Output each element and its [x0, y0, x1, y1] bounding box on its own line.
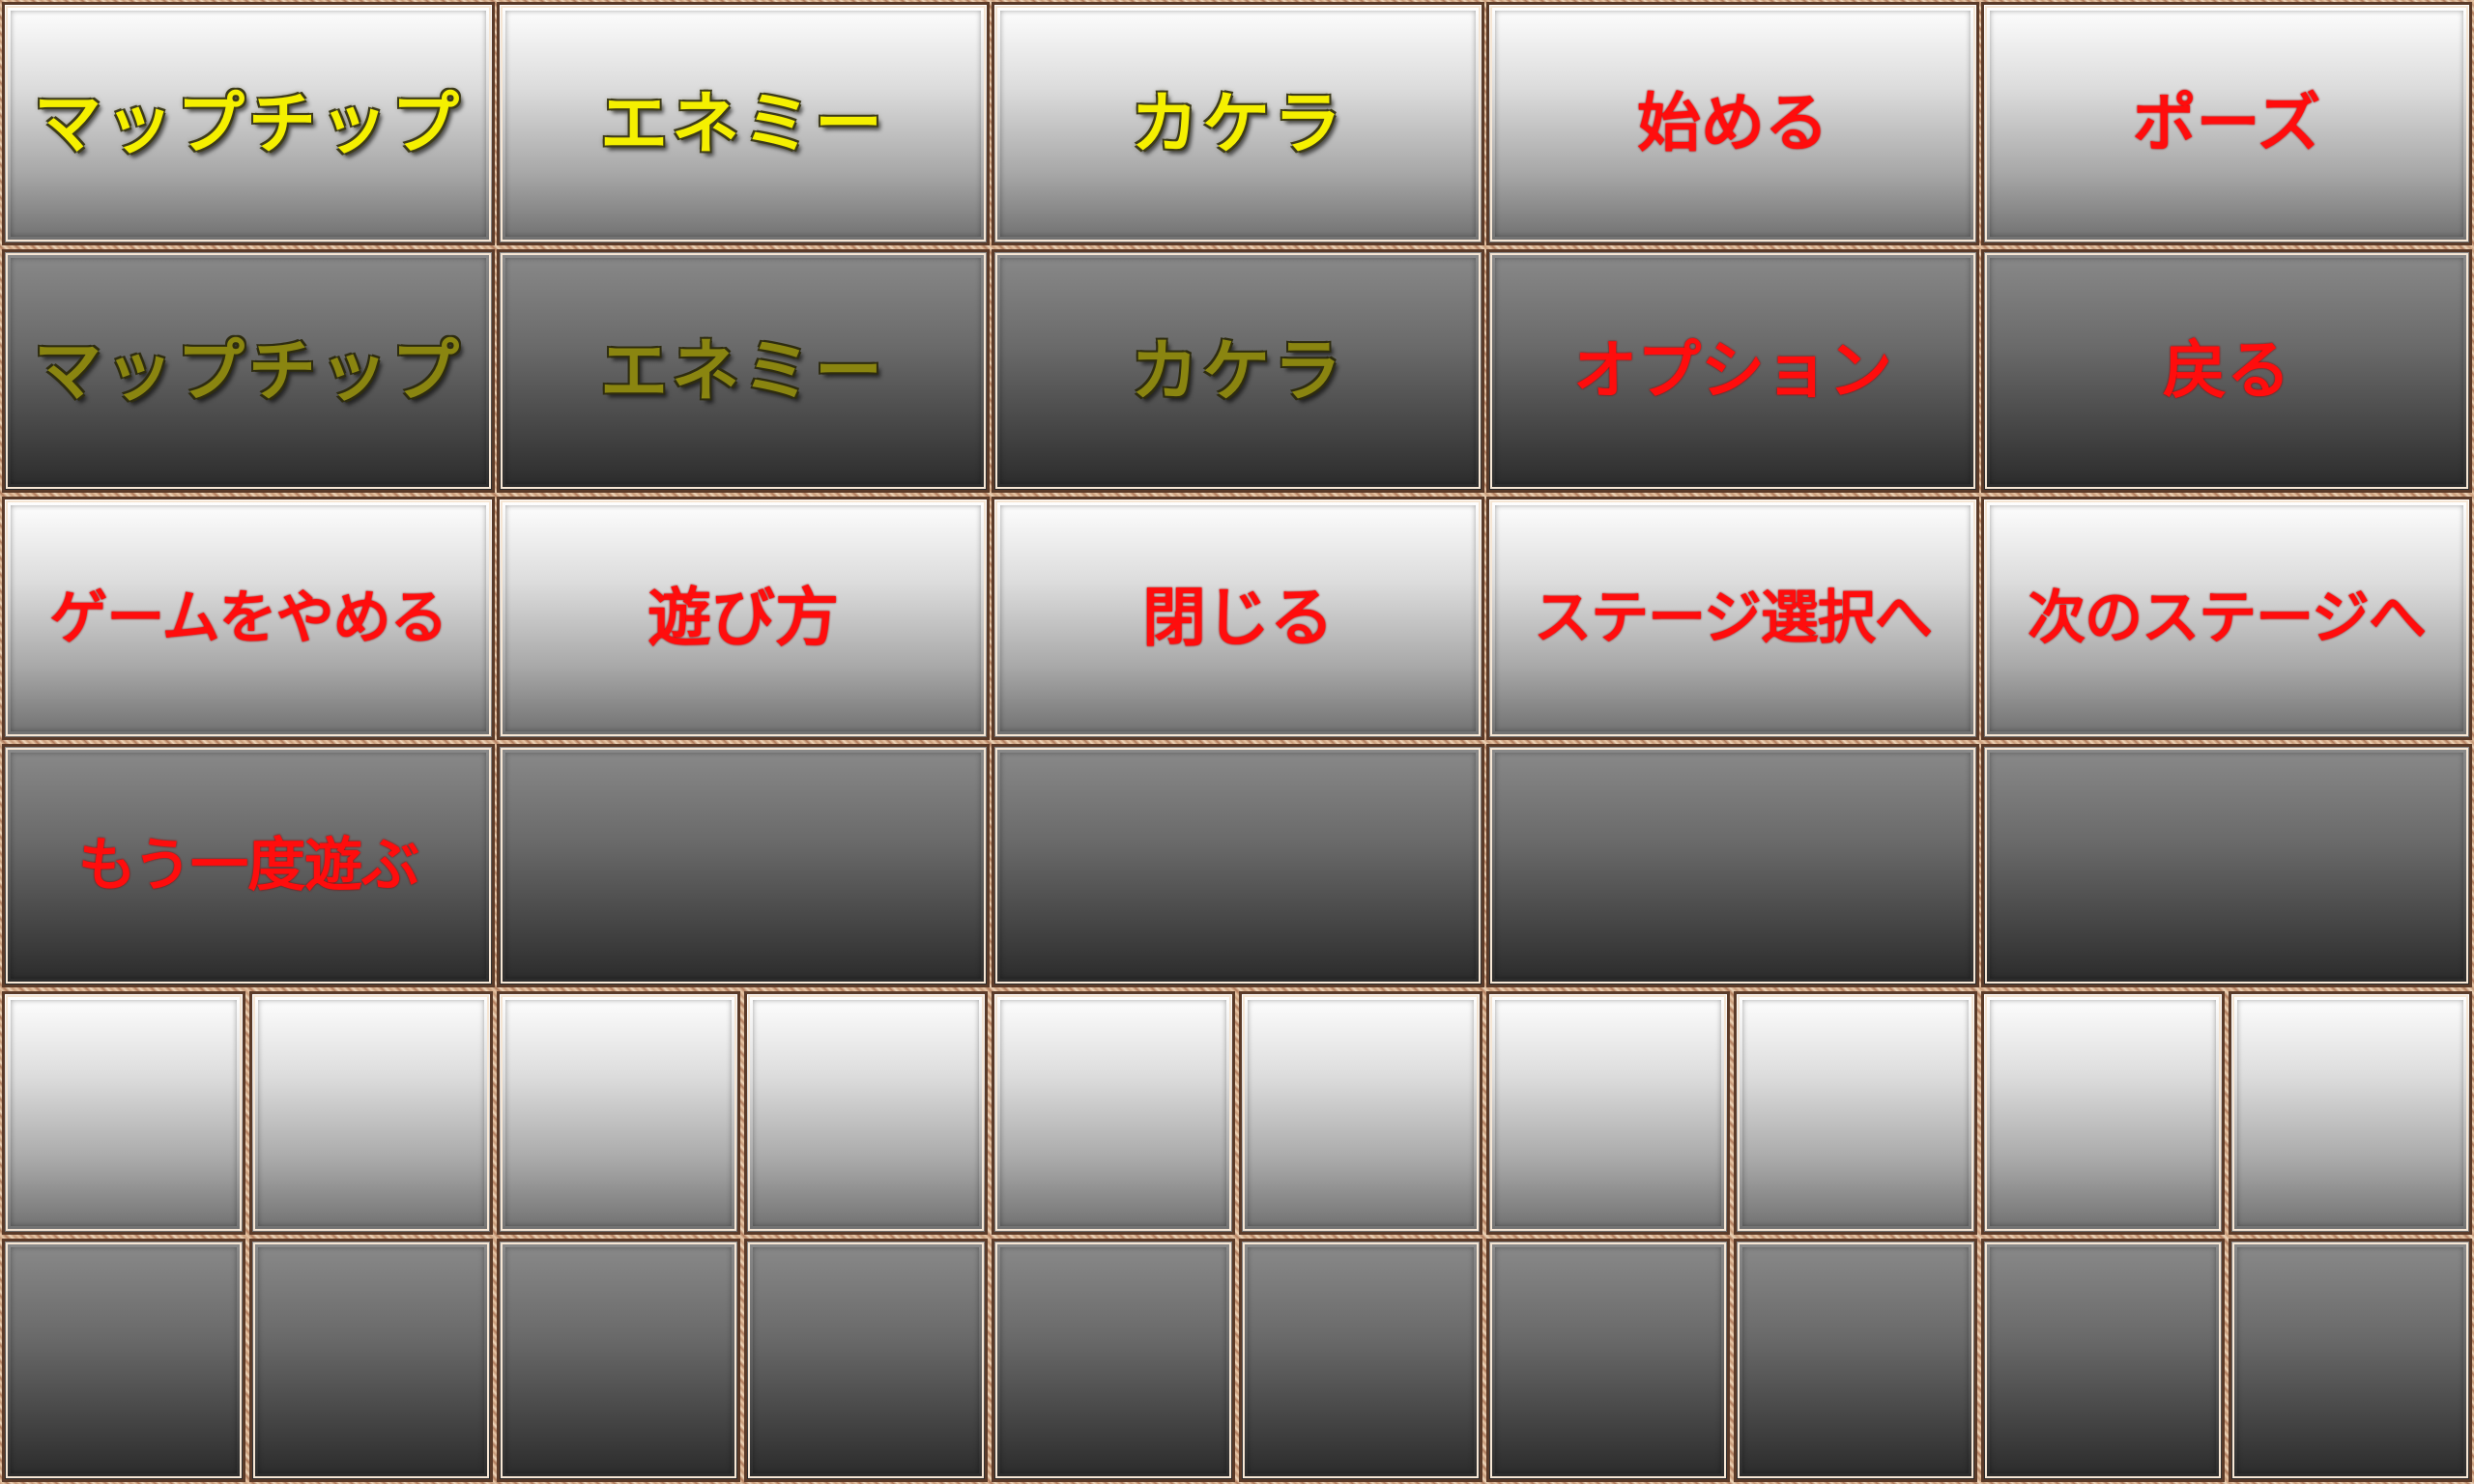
enemy-label: エネミー [600, 84, 886, 163]
play-again-button[interactable]: もう一度遊ぶ [2, 744, 495, 987]
blank-square-button-dark[interactable] [2, 1239, 245, 1482]
pause-button[interactable]: ポーズ [1981, 2, 2472, 245]
mapchip-button[interactable]: マップチップ [2, 2, 495, 245]
blank-square-button-dark[interactable] [1486, 1239, 1730, 1482]
enemy-button[interactable]: エネミー [497, 2, 990, 245]
blank-square-button[interactable] [744, 991, 988, 1235]
blank-square-button[interactable] [1486, 991, 1730, 1235]
back-button[interactable]: 戻る [1981, 249, 2472, 493]
blank-square-button[interactable] [1239, 991, 1482, 1235]
blank-square-button[interactable] [1734, 991, 1977, 1235]
play-again-label: もう一度遊ぶ [77, 832, 419, 899]
kakera-button[interactable]: カケラ [992, 2, 1484, 245]
button-sprite-sheet: マップチップ エネミー カケラ 始める ポーズ マップチップ エネミー カケラ … [0, 0, 2474, 1484]
blank-square-button-dark[interactable] [1239, 1239, 1482, 1482]
kakera-pressed-label: カケラ [1131, 331, 1345, 411]
stage-select-label: ステージ選択へ [1534, 585, 1933, 652]
blank-square-button-dark[interactable] [249, 1239, 493, 1482]
option-button[interactable]: オプション [1486, 249, 1979, 493]
close-label: 閉じる [1142, 581, 1334, 655]
blank-square-button[interactable] [2229, 991, 2472, 1235]
blank-square-button-dark[interactable] [2229, 1239, 2472, 1482]
mapchip-button-pressed[interactable]: マップチップ [2, 249, 495, 493]
next-stage-label: 次のステージへ [2028, 585, 2427, 652]
blank-square-button[interactable] [2, 991, 245, 1235]
pause-label: ポーズ [2132, 86, 2321, 160]
blank-button-dark[interactable] [1486, 744, 1979, 987]
blank-square-button-dark[interactable] [497, 1239, 740, 1482]
how-to-play-label: 遊び方 [647, 581, 839, 655]
enemy-pressed-label: エネミー [600, 331, 886, 411]
blank-square-button-dark[interactable] [1981, 1239, 2225, 1482]
stage-select-button[interactable]: ステージ選択へ [1486, 497, 1979, 740]
blank-button-dark[interactable] [992, 744, 1484, 987]
blank-square-button[interactable] [497, 991, 740, 1235]
blank-square-button-dark[interactable] [992, 1239, 1235, 1482]
how-to-play-button[interactable]: 遊び方 [497, 497, 990, 740]
next-stage-button[interactable]: 次のステージへ [1981, 497, 2472, 740]
mapchip-label: マップチップ [34, 84, 463, 163]
kakera-label: カケラ [1131, 84, 1345, 163]
blank-button-dark[interactable] [497, 744, 990, 987]
start-button[interactable]: 始める [1486, 2, 1979, 245]
blank-square-button[interactable] [249, 991, 493, 1235]
blank-square-button-dark[interactable] [744, 1239, 988, 1482]
blank-square-button[interactable] [992, 991, 1235, 1235]
option-label: オプション [1573, 333, 1892, 408]
blank-square-button[interactable] [1981, 991, 2225, 1235]
start-label: 始める [1637, 86, 1828, 160]
mapchip-pressed-label: マップチップ [34, 331, 463, 411]
back-label: 戻る [2163, 333, 2290, 408]
close-button[interactable]: 閉じる [992, 497, 1484, 740]
kakera-button-pressed[interactable]: カケラ [992, 249, 1484, 493]
blank-button-dark[interactable] [1981, 744, 2472, 987]
enemy-button-pressed[interactable]: エネミー [497, 249, 990, 493]
quit-game-label: ゲームをやめる [49, 585, 447, 652]
quit-game-button[interactable]: ゲームをやめる [2, 497, 495, 740]
blank-square-button-dark[interactable] [1734, 1239, 1977, 1482]
